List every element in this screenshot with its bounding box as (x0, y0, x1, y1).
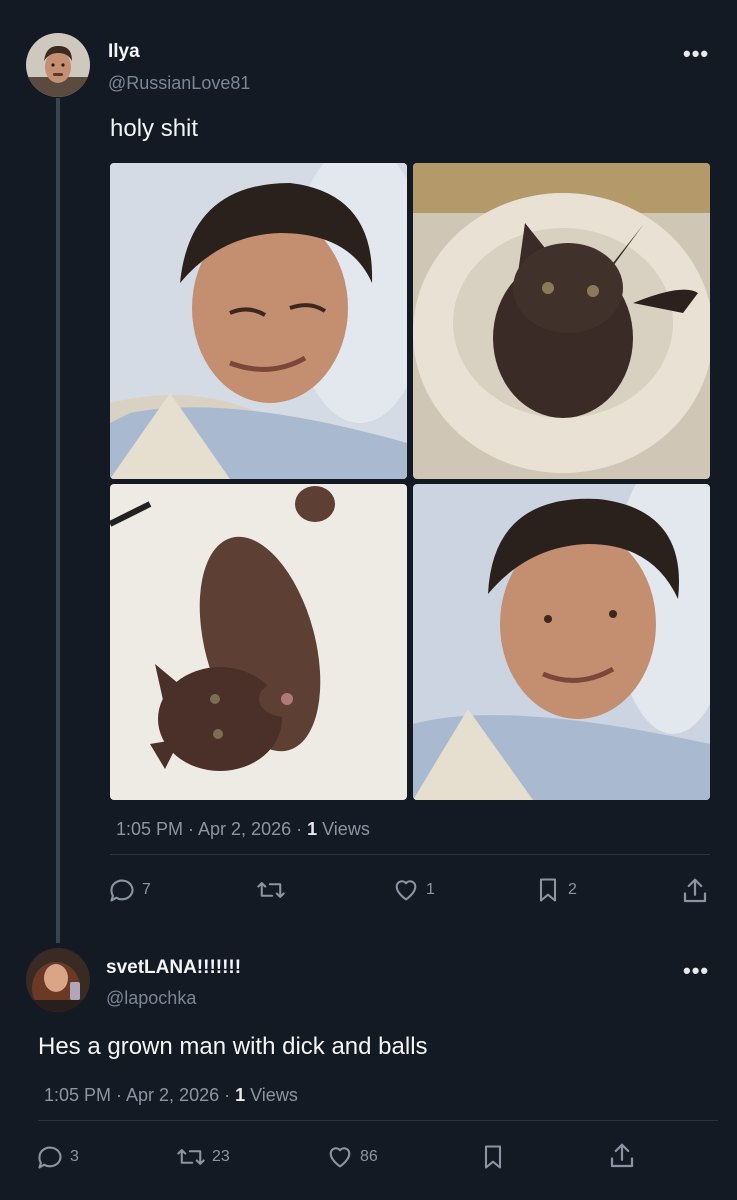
bookmark-icon (484, 1145, 502, 1169)
time-text: 1:05 PM · Apr 2, 2026 · (116, 819, 308, 839)
share-button[interactable] (680, 876, 710, 906)
author-handle[interactable]: @lapochka (106, 988, 196, 1009)
views-count: 1 (235, 1085, 246, 1105)
bookmark-button[interactable] (479, 1143, 513, 1171)
more-options-icon[interactable]: ••• (683, 958, 709, 984)
bookmark-count: 2 (568, 881, 577, 898)
avatar[interactable] (26, 948, 90, 1012)
retweet-button[interactable] (256, 876, 292, 904)
tweet-timestamp[interactable]: 1:05 PM · Apr 2, 2026 · 1 Views (44, 1085, 298, 1106)
divider (110, 854, 710, 855)
time-text: 1:05 PM · Apr 2, 2026 · (44, 1085, 236, 1105)
retweet-count: 23 (212, 1148, 230, 1165)
author-handle[interactable]: @RussianLove81 (108, 73, 250, 94)
reply-icon (110, 879, 134, 902)
tweet-2: svetLANA!!!!!!! @lapochka ••• Hes a grow… (0, 930, 737, 1200)
share-icon (610, 1143, 634, 1168)
media-image-2[interactable] (413, 163, 710, 479)
reply-button[interactable]: 7 (108, 876, 151, 904)
reply-button[interactable]: 3 (36, 1143, 79, 1171)
author-name[interactable]: svetLANA!!!!!!! (106, 957, 241, 979)
like-button[interactable]: 86 (326, 1143, 378, 1171)
tweet-text: Hes a grown man with dick and balls (38, 1033, 428, 1060)
divider (38, 1120, 718, 1121)
views-label: Views (317, 819, 370, 839)
bookmark-icon (539, 878, 557, 902)
views-count: 1 (307, 819, 318, 839)
tweet-1: Ilya @RussianLove81 ••• holy shit 1:05 P… (0, 0, 737, 943)
more-options-icon[interactable]: ••• (683, 41, 709, 67)
views-label: Views (245, 1085, 298, 1105)
share-icon (683, 878, 707, 903)
thread-line (56, 98, 60, 943)
media-image-3[interactable] (110, 484, 407, 800)
heart-icon (329, 1147, 351, 1168)
reply-count: 3 (70, 1148, 79, 1165)
tweet-text: holy shit (110, 115, 199, 142)
tweet-timestamp[interactable]: 1:05 PM · Apr 2, 2026 · 1 Views (116, 819, 370, 840)
reply-count: 7 (142, 881, 151, 898)
media-image-1[interactable] (110, 163, 407, 479)
retweet-icon (177, 1149, 205, 1165)
like-count: 86 (360, 1148, 378, 1165)
media-image-4[interactable] (413, 484, 710, 800)
retweet-button[interactable]: 23 (176, 1143, 230, 1171)
heart-icon (395, 880, 417, 901)
author-name[interactable]: Ilya (108, 41, 140, 63)
bookmark-button[interactable]: 2 (534, 876, 577, 904)
avatar[interactable] (26, 33, 90, 97)
like-button[interactable]: 1 (392, 876, 435, 904)
media-grid[interactable] (110, 163, 710, 801)
share-button[interactable] (607, 1141, 637, 1171)
reply-icon (38, 1146, 62, 1169)
like-count: 1 (426, 881, 435, 898)
retweet-icon (257, 882, 285, 898)
